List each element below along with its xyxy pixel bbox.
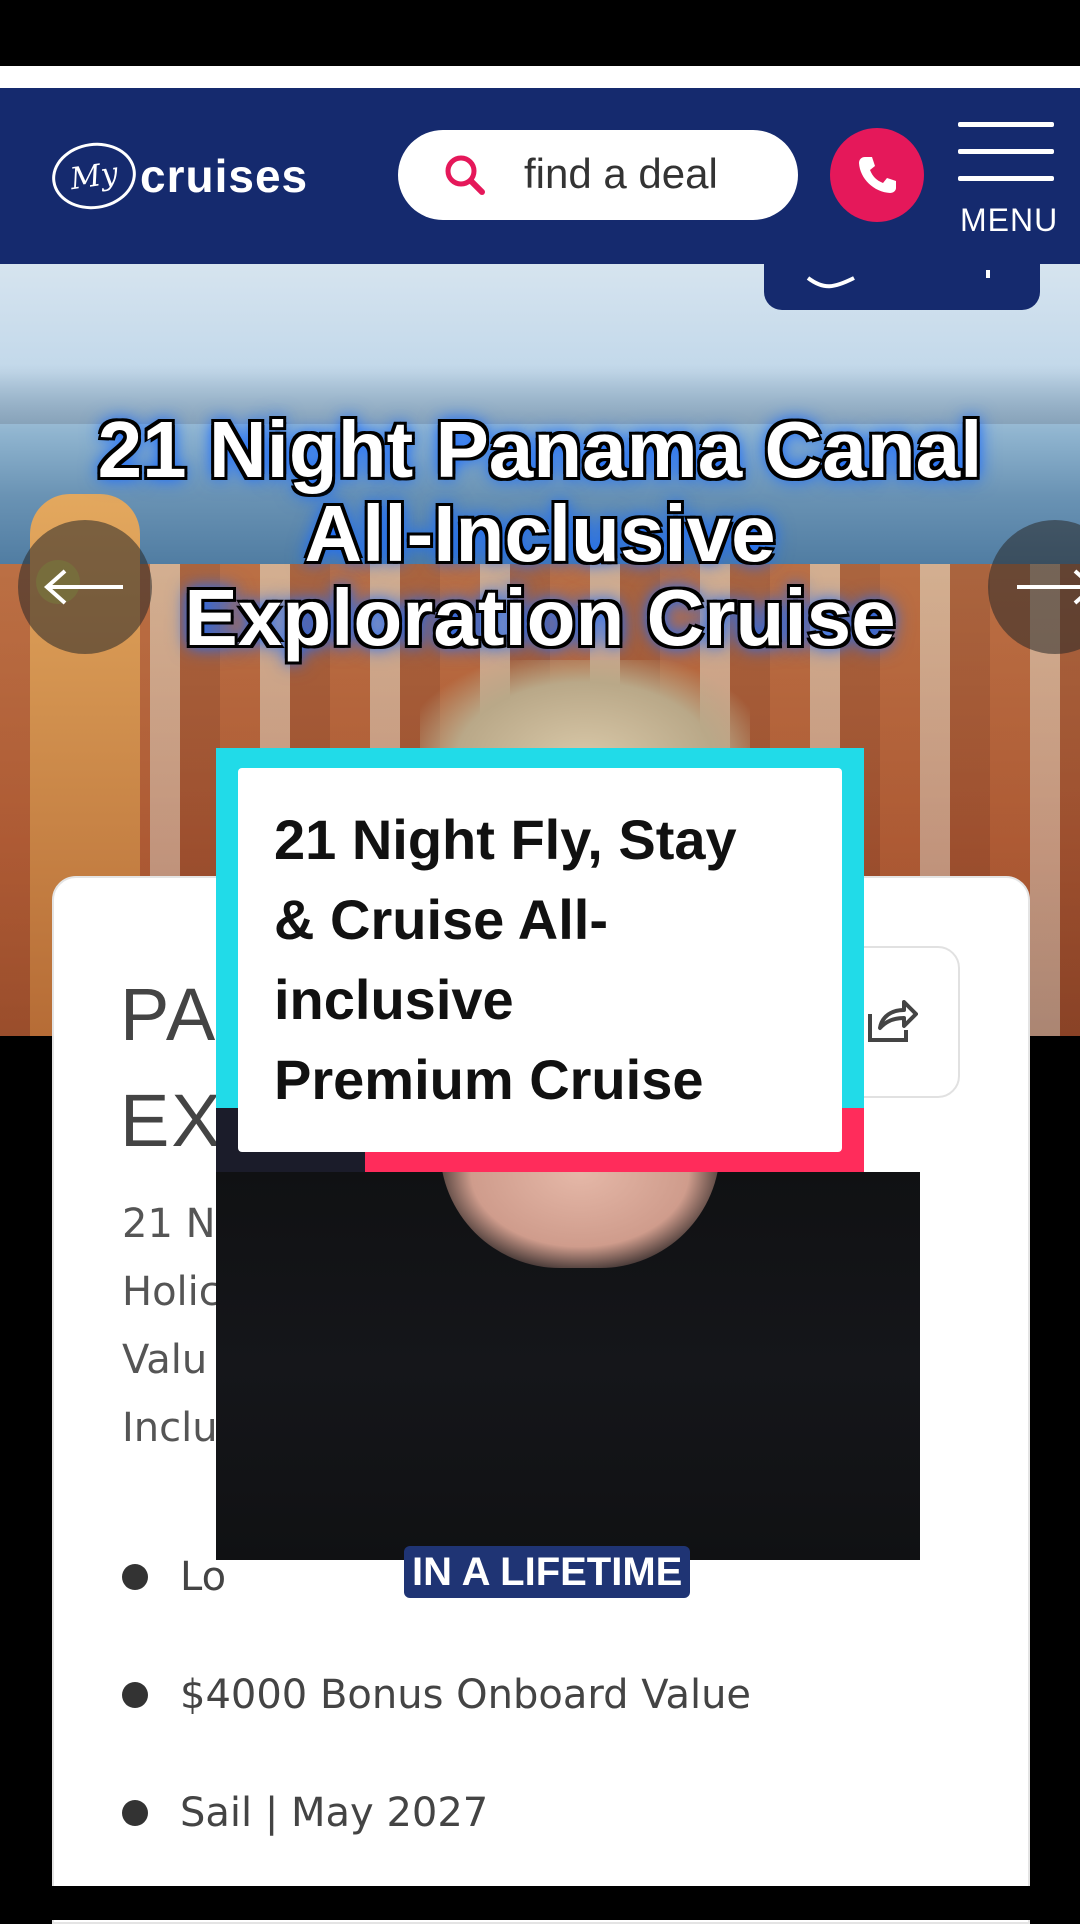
list-item: Sail | May 2027 — [122, 1754, 751, 1872]
search-placeholder: find a deal — [524, 150, 718, 197]
description-line-2: Holic — [122, 1269, 221, 1315]
overlay-title-line-2: & Cruise All- — [274, 888, 608, 951]
logo-mark: My — [47, 137, 141, 215]
menu-button[interactable]: MENU — [958, 122, 1057, 242]
logo-text: cruises — [140, 150, 309, 202]
phone-icon — [859, 157, 896, 193]
hamburger-menu-icon — [958, 122, 1054, 127]
cruise-title: PA EX — [120, 962, 223, 1174]
overlay-title-line-3: inclusive — [274, 968, 514, 1031]
hero-headline-line-1: 21 Night Panama Canal — [97, 405, 983, 494]
call-button[interactable] — [830, 128, 924, 222]
cruise-title-line-2: EX — [120, 1079, 223, 1162]
feature-text: Lo — [180, 1554, 227, 1600]
bullet-icon — [122, 1564, 148, 1590]
chevron-down-icon — [806, 270, 990, 289]
search-icon — [445, 155, 485, 195]
presenter-hair — [420, 660, 750, 760]
hamburger-menu-icon-bar-2 — [958, 149, 1054, 154]
site-header: My cruises find a deal MENU — [0, 88, 1080, 264]
bullet-icon — [122, 1800, 148, 1826]
bullet-icon — [122, 1682, 148, 1708]
description-line-3: Valu — [122, 1337, 208, 1383]
status-bar — [0, 0, 1080, 66]
description-line-4: Inclu — [122, 1405, 218, 1451]
hero-headline-line-2: All-Inclusive — [304, 489, 776, 578]
video-caption: IN A LIFETIME — [404, 1546, 691, 1598]
share-icon — [868, 1000, 918, 1042]
page-top-gap — [0, 66, 1080, 88]
menu-label: MENU — [960, 202, 1059, 238]
hero-headline: 21 Night Panama Canal All-Inclusive Expl… — [30, 408, 1050, 660]
cruise-title-line-1: PA — [120, 973, 218, 1056]
search-input[interactable]: find a deal — [398, 130, 798, 220]
overlay-title-line-1: 21 Night Fly, Stay — [274, 808, 737, 871]
list-item: $4000 Bonus Onboard Value — [122, 1636, 751, 1754]
header-tab[interactable] — [764, 264, 1040, 310]
hero-headline-line-3: Exploration Cruise — [184, 573, 896, 662]
description-line-1: 21 Ni — [122, 1201, 227, 1247]
overlay-title: 21 Night Fly, Stay & Cruise All- inclusi… — [274, 800, 834, 1120]
hamburger-menu-icon-bar-3 — [958, 176, 1054, 181]
cruise-description: 21 Ni Holic Valu Inclu — [122, 1190, 227, 1462]
bottom-bar — [0, 1886, 1080, 1920]
feature-text: Sail | May 2027 — [180, 1790, 489, 1836]
feature-text: $4000 Bonus Onboard Value — [180, 1672, 752, 1718]
site-logo[interactable]: My cruises — [47, 136, 309, 216]
overlay-title-line-4: Premium Cruise — [274, 1048, 704, 1111]
